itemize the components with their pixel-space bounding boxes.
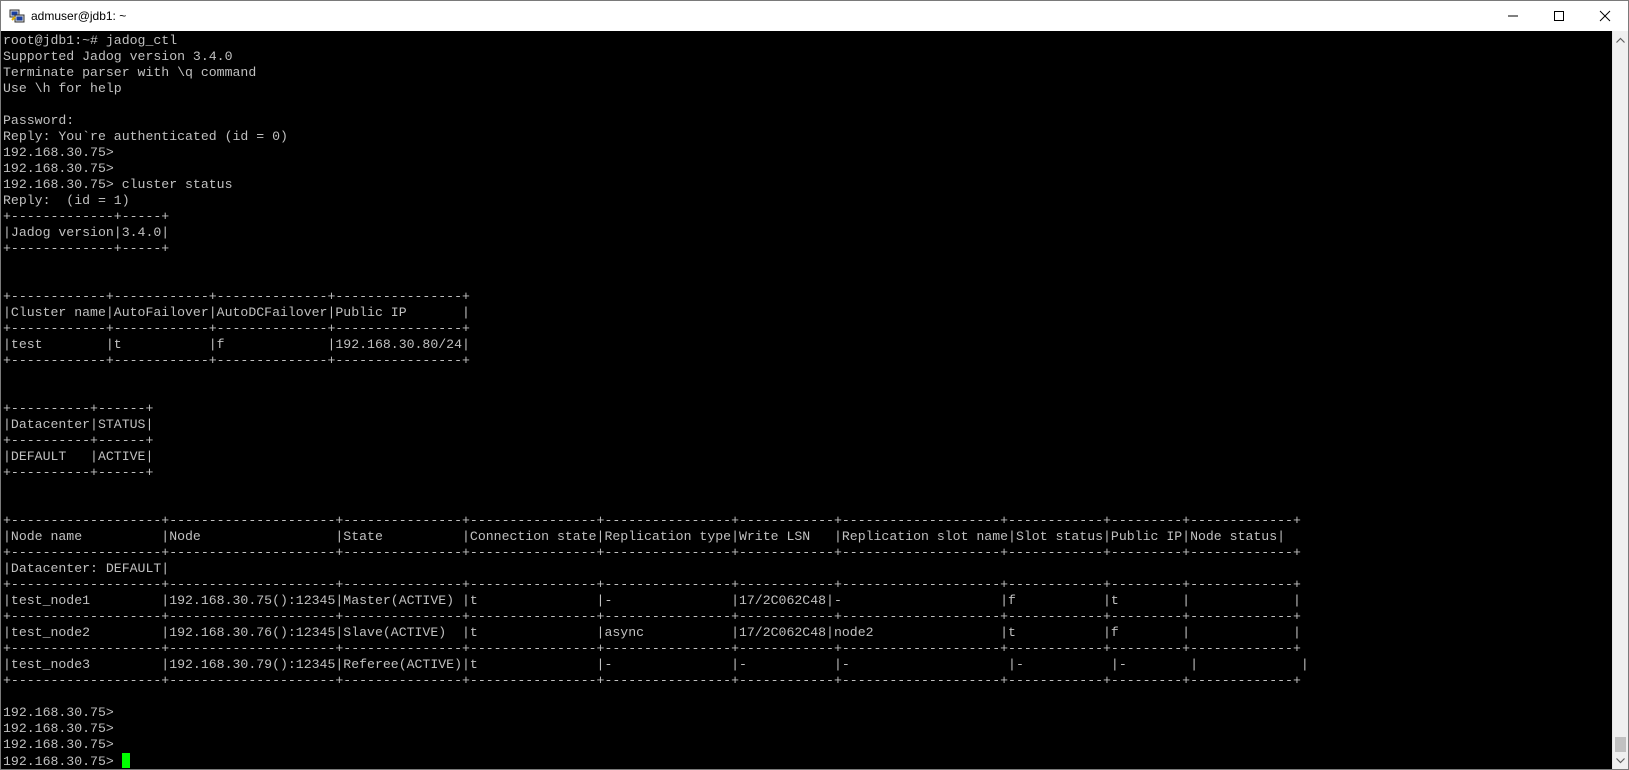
terminal-line: 192.168.30.75> [3,145,114,160]
terminal-area[interactable]: root@jdb1:~# jadog_ctl Supported Jadog v… [1,31,1612,769]
terminal-line: |test_node2 |192.168.30.76():12345|Slave… [3,625,1301,640]
close-button[interactable] [1582,1,1628,31]
terminal-line: 192.168.30.75> [3,737,114,752]
terminal-line: +-------------------+-------------------… [3,609,1301,624]
terminal-line: |Datacenter: DEFAULT| [3,561,170,576]
close-icon [1599,10,1611,22]
terminal-line: 192.168.30.75> cluster status [3,177,233,192]
title-bar[interactable]: admuser@jdb1: ~ [1,1,1628,31]
terminal-cursor [121,753,130,768]
terminal-line: |test_node3 |192.168.30.79():12345|Refer… [3,657,1309,672]
vertical-scrollbar[interactable] [1612,31,1628,769]
terminal-line: Reply: (id = 1) [3,193,130,208]
terminal-line: +-------------------+-------------------… [3,545,1301,560]
putty-icon[interactable] [9,8,25,24]
terminal-line: Reply: You`re authenticated (id = 0) [3,129,288,144]
terminal-line: +-------------------+-------------------… [3,673,1301,688]
terminal-line: +-------------+-----+ [3,209,170,224]
terminal-line: |test_node1 |192.168.30.75():12345|Maste… [3,593,1301,608]
terminal-line: Terminate parser with \q command [3,65,257,80]
terminal-line: +------------+------------+-------------… [3,321,470,336]
terminal-line: 192.168.30.75> [3,721,114,736]
terminal-line: |Jadog version|3.4.0| [3,225,170,240]
terminal-line: +------------+------------+-------------… [3,289,470,304]
terminal-line: +-------------------+-------------------… [3,577,1301,592]
terminal-line: 192.168.30.75> [3,705,114,720]
terminal-line: Password: [3,113,75,128]
terminal-line: |DEFAULT |ACTIVE| [3,449,154,464]
scroll-down-button[interactable] [1613,752,1628,769]
terminal-line: |Datacenter|STATUS| [3,417,154,432]
scrollbar-thumb[interactable] [1615,737,1626,752]
terminal-line: Supported Jadog version 3.4.0 [3,49,233,64]
chevron-down-icon [1616,757,1625,763]
terminal-line: Use \h for help [3,81,122,96]
putty-window: admuser@jdb1: ~ root@jdb1:~# jadog_ctl S… [0,0,1629,770]
terminal-line: |Cluster name|AutoFailover|AutoDCFailove… [3,305,470,320]
window-title: admuser@jdb1: ~ [31,9,127,23]
terminal-line: 192.168.30.75> [3,161,114,176]
terminal-output: root@jdb1:~# jadog_ctl Supported Jadog v… [1,31,1612,769]
terminal-line: +-------------------+-------------------… [3,513,1301,528]
chevron-up-icon [1616,37,1625,43]
scroll-up-button[interactable] [1613,31,1628,48]
terminal-line: 192.168.30.75> [3,754,122,769]
terminal-line: +----------+------+ [3,465,154,480]
terminal-line: +------------+------------+-------------… [3,353,470,368]
maximize-icon [1554,11,1564,21]
terminal-line: |Node name |Node |State |Connection stat… [3,529,1286,544]
terminal-line: +-------------------+-------------------… [3,641,1301,656]
window-controls [1490,1,1628,31]
terminal-line: +----------+------+ [3,401,154,416]
terminal-line: |test |t |f |192.168.30.80/24| [3,337,470,352]
terminal-line: +-------------+-----+ [3,241,170,256]
terminal-line: root@jdb1:~# jadog_ctl [3,33,178,48]
minimize-icon [1508,15,1518,17]
terminal-line: +----------+------+ [3,433,154,448]
maximize-button[interactable] [1536,1,1582,31]
minimize-button[interactable] [1490,1,1536,31]
